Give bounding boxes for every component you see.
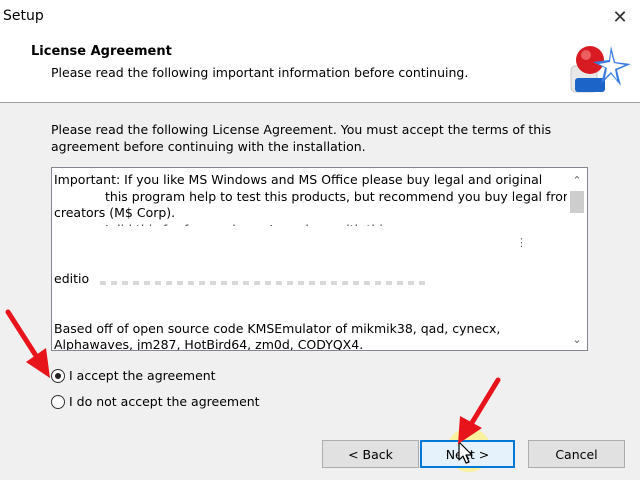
license-instructions: Please read the following License Agreem…	[51, 122, 552, 154]
accept-agreement-option[interactable]: I accept the agreement	[51, 368, 216, 383]
smudged-text	[100, 281, 430, 285]
license-line: Based off of open source code KMSEmulato…	[54, 320, 501, 336]
page-subtitle: Please read the following important info…	[51, 65, 469, 80]
setup-wizard-icon	[570, 46, 631, 93]
wizard-header: License Agreement Please read the follow…	[0, 34, 640, 103]
vertical-scrollbar[interactable]: ⌃ ⌄	[567, 168, 587, 350]
close-button[interactable]: ✕	[606, 3, 634, 31]
scroll-thumb[interactable]	[570, 191, 584, 213]
chevron-down-icon: ⌄	[572, 332, 582, 346]
chevron-up-icon: ⌃	[572, 173, 582, 187]
scroll-up-button[interactable]: ⌃	[567, 171, 587, 189]
license-line: this program help to test this products,…	[105, 188, 576, 204]
annotation-arrow-icon	[458, 377, 501, 444]
annotation-arrow-icon	[5, 309, 50, 378]
license-text: Important: If you like MS Windows and MS…	[54, 172, 576, 351]
title-bar: Setup ✕	[0, 0, 640, 34]
license-line: creators (M$ Corp).	[54, 205, 176, 220]
license-line: Important: If you like MS Windows and MS…	[54, 172, 543, 187]
license-text-box[interactable]: Important: If you like MS Windows and MS…	[51, 167, 588, 351]
back-button[interactable]: < Back	[322, 440, 419, 468]
accept-label: I accept the agreement	[69, 368, 216, 383]
vertical-dots-icon: ⋮	[516, 236, 527, 249]
decline-label: I do not accept the agreement	[69, 394, 260, 409]
decline-radio[interactable]	[51, 394, 65, 409]
license-line: Alphawaves, jm287, HotBird64, zm0d, CODY…	[54, 337, 364, 351]
window-title: Setup	[3, 8, 44, 24]
decline-agreement-option[interactable]: I do not accept the agreement	[51, 394, 260, 409]
scroll-down-button[interactable]: ⌄	[567, 330, 587, 348]
rendering-gap	[52, 226, 562, 248]
page-title: License Agreement	[31, 44, 172, 59]
license-line: editio	[54, 271, 90, 286]
cancel-button[interactable]: Cancel	[528, 440, 625, 468]
close-icon: ✕	[612, 6, 628, 28]
